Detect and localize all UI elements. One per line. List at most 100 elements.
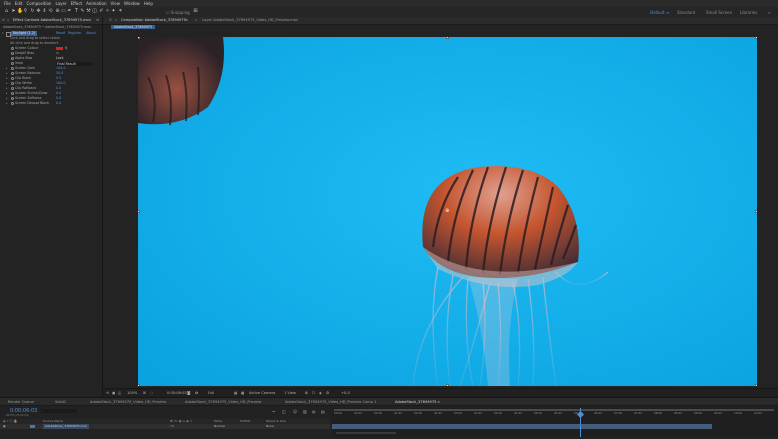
workspace-default[interactable]: Default <box>650 10 665 15</box>
puppet-pin-icon[interactable]: ✧ <box>105 9 110 14</box>
workspace-overflow-icon[interactable]: » <box>768 10 770 15</box>
stopwatch-icon[interactable] <box>11 87 14 90</box>
time-ruler[interactable]: 00:00 00:25 01:00 01:25 02:00 02:25 03:00 03:25… <box>332 411 778 417</box>
draft-3d-icon[interactable]: ◈ <box>319 391 322 395</box>
home-icon[interactable]: ⌂ <box>4 9 9 14</box>
layer-lock-icon[interactable]: ▫ <box>195 18 197 23</box>
view-dropdown[interactable]: Final Result <box>56 61 93 66</box>
rectangle-tool-icon[interactable]: ▭ <box>61 9 66 14</box>
composition-menu-icon[interactable]: ≡ <box>185 18 188 23</box>
zoom-tool-icon[interactable]: ⚲ <box>23 9 28 14</box>
menu-layer[interactable]: Layer <box>55 1 66 6</box>
transparency-grid-icon[interactable]: ▩ <box>241 391 244 395</box>
transform-handle[interactable] <box>755 210 757 213</box>
stopwatch-icon[interactable] <box>11 67 14 70</box>
layer-parent-dropdown[interactable]: None <box>266 424 274 429</box>
effect-controls-tab[interactable]: Effect Controls AdobeStock_37694975.mov <box>13 18 91 23</box>
layer-tab[interactable]: Layer AdobeStock_37694975_Video_HD_Previ… <box>202 18 298 23</box>
stopwatch-icon[interactable] <box>11 72 14 75</box>
anchor-point-icon[interactable]: ⊕ <box>445 209 449 214</box>
snap-options-icon[interactable]: ⊞ <box>193 9 198 14</box>
composition-canvas[interactable]: ⊕ <box>138 37 757 386</box>
layer-name[interactable]: AdobeStock_37694975.mov <box>43 424 90 429</box>
camera-dropdown[interactable]: Active Camera <box>249 391 275 395</box>
menu-help[interactable]: Help <box>144 1 153 6</box>
flowchart-icon[interactable]: ⎔ <box>312 391 315 395</box>
workspace-libraries[interactable]: Libraries <box>740 10 757 15</box>
transform-handle[interactable] <box>446 37 449 39</box>
pan-camera-icon[interactable]: ✥ <box>36 9 41 14</box>
exposure-value[interactable]: +0.0 <box>341 391 350 395</box>
orbit-camera-icon[interactable]: ↻ <box>30 9 35 14</box>
region-interest-icon[interactable]: ◰ <box>118 391 121 395</box>
roto-brush-icon[interactable]: ✐ <box>99 9 104 14</box>
stopwatch-icon[interactable] <box>11 92 14 95</box>
stopwatch-icon[interactable] <box>11 102 14 105</box>
render-queue-tab[interactable]: Render Queue <box>8 400 34 404</box>
workspace-standard[interactable]: Standard <box>677 10 695 15</box>
menu-edit[interactable]: Edit <box>15 1 23 6</box>
composition-close-icon[interactable]: ✕ <box>109 18 112 23</box>
timeline-zoom-slider[interactable] <box>336 432 396 434</box>
menu-composition[interactable]: Composition <box>26 1 51 6</box>
table-row[interactable]: ◉ AdobeStock_37694975.mov ⁄ fx Normal No… <box>0 424 330 429</box>
menu-view[interactable]: View <box>111 1 121 6</box>
reset-exposure-icon[interactable]: ⚙ <box>326 391 329 395</box>
resolution-dropdown[interactable]: Full <box>208 391 214 395</box>
stopwatch-icon[interactable] <box>11 57 14 60</box>
stopwatch-icon[interactable] <box>11 52 14 55</box>
pen-tool-icon[interactable]: ✒ <box>67 9 72 14</box>
layer-label-color[interactable] <box>30 425 35 428</box>
dolly-camera-icon[interactable]: ⇕ <box>42 9 47 14</box>
menu-window[interactable]: Window <box>124 1 140 6</box>
timeline-tab-active[interactable]: AdobeStock_37694975 <box>395 400 436 404</box>
transform-handle[interactable] <box>446 384 449 386</box>
safe-margins-icon[interactable]: ⊞ <box>143 391 146 395</box>
comp-mini-flowchart-icon[interactable]: ⤳ <box>272 409 275 414</box>
timeline-search-input[interactable]: ⌕ <box>40 409 77 413</box>
mask-visibility-icon[interactable]: ▣ <box>112 391 115 395</box>
timeline-tab-solid[interactable]: Solid1 <box>55 400 66 404</box>
transform-handle[interactable] <box>755 384 757 386</box>
composition-lock-icon[interactable]: ▫ <box>115 18 117 23</box>
puppet-overlap-icon[interactable]: ✦ <box>111 9 116 14</box>
timeline-tab-preview-comp[interactable]: AdobeStock_37694975_Video_HD_Preview Com… <box>285 400 376 404</box>
workspace-small-screen[interactable]: Small Screen <box>706 10 732 15</box>
timeline-tab-preview-1[interactable]: AdobeStock_37694975_Video_HD_Preview <box>90 400 166 404</box>
frame-blending-icon[interactable]: ▥ <box>303 409 307 414</box>
shy-layers-icon[interactable]: ☺ <box>293 409 297 414</box>
stopwatch-icon[interactable] <box>11 62 14 65</box>
always-preview-icon[interactable]: ⟲ <box>106 391 109 395</box>
timecode-display[interactable]: 0:00:06:03 <box>167 391 187 395</box>
panel-close-icon[interactable]: ✕ <box>2 18 5 23</box>
menu-animation[interactable]: Animation <box>86 1 106 6</box>
timeline-tracks[interactable]: 00:00 00:25 01:00 01:25 02:00 02:25 03:00 03:25… <box>332 408 778 437</box>
stopwatch-icon[interactable] <box>11 47 14 50</box>
transform-handle[interactable] <box>138 37 140 39</box>
screen-colour-swatch[interactable] <box>56 47 63 50</box>
zoom-dropdown[interactable]: 100% <box>127 391 137 395</box>
toggle-pixel-aspect-icon[interactable]: ⊠ <box>305 391 308 395</box>
motion-blur-icon[interactable]: ◍ <box>312 409 316 414</box>
menu-file[interactable]: File <box>4 1 11 6</box>
hand-tool-icon[interactable]: ✋ <box>17 9 23 14</box>
transform-handle[interactable] <box>138 210 140 213</box>
property-row[interactable]: ▸ Screen Despot Black 0.0 <box>0 101 102 106</box>
layer-switches[interactable]: ⁄ fx <box>170 424 174 429</box>
workspace-menu-icon[interactable]: ≡ <box>666 10 669 15</box>
timeline-menu-icon[interactable]: ≡ <box>437 400 440 404</box>
show-channel-icon[interactable]: ✿ <box>195 391 198 395</box>
transform-handle[interactable] <box>755 37 757 39</box>
type-tool-icon[interactable]: T <box>74 9 79 14</box>
breadcrumb-item[interactable]: AdobeStock_37694975 <box>111 25 155 29</box>
anchor-tool-icon[interactable]: ⊕ <box>55 9 60 14</box>
rotate-tool-icon[interactable]: ⟲ <box>48 9 53 14</box>
puppet-starch-icon[interactable]: ✶ <box>118 9 123 14</box>
clone-stamp-icon[interactable]: ⚒ <box>86 9 91 14</box>
view-layout-dropdown[interactable]: 1 View <box>284 391 296 395</box>
camera-snapshot-icon[interactable]: ◙ <box>187 391 191 395</box>
snapping-checkbox[interactable]: ☐ Snapping <box>166 10 190 15</box>
layer-duration-bar[interactable] <box>332 424 712 429</box>
stopwatch-icon[interactable] <box>11 77 14 80</box>
stopwatch-icon[interactable] <box>11 97 14 100</box>
